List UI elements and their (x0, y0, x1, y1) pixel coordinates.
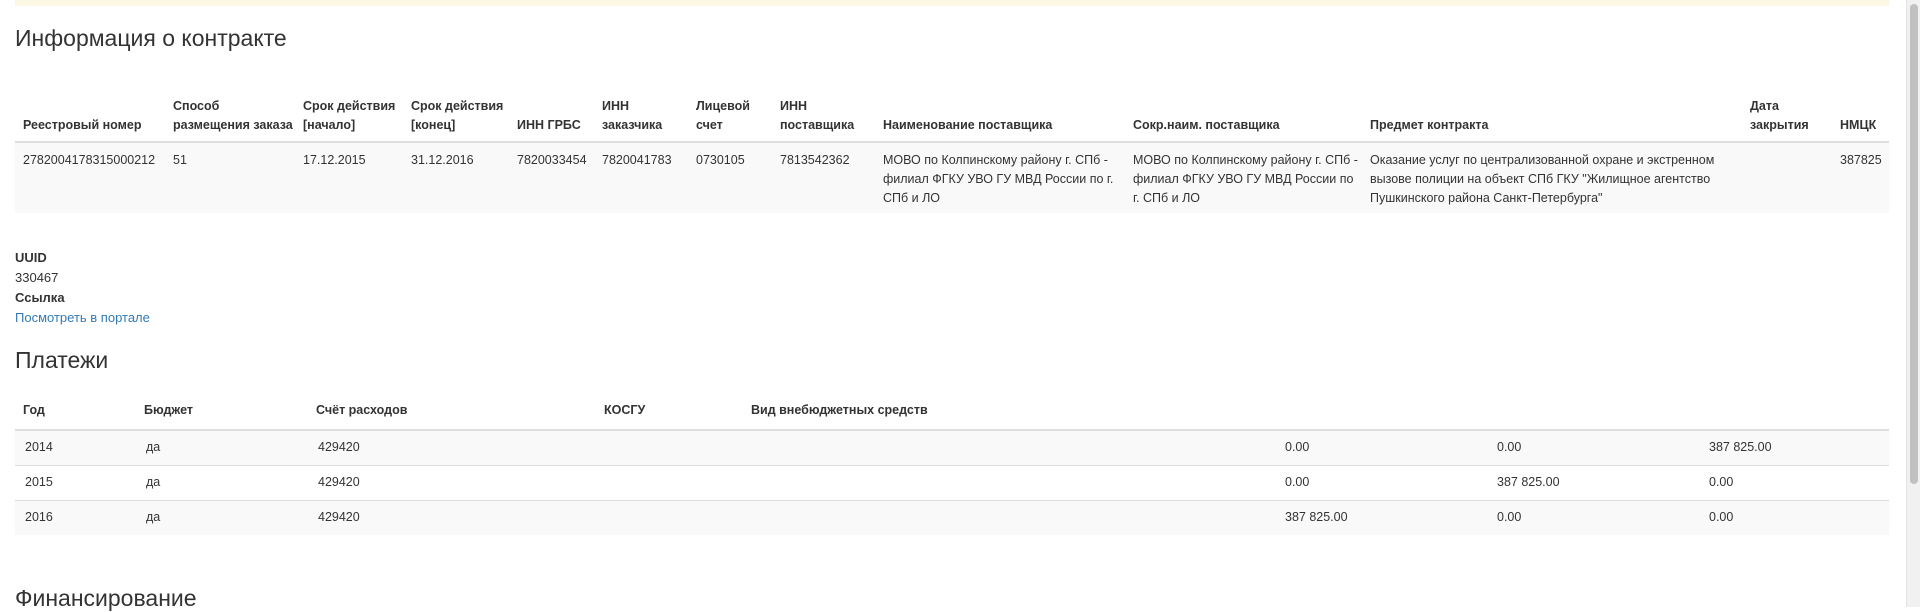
notice-band (15, 0, 1889, 6)
cell-year: 2015 (25, 475, 53, 489)
cell-registry-number: 2782004178315000212 (23, 153, 156, 167)
cell-amount-1: 0.00 (1285, 475, 1310, 489)
table-row: 2016 да 429420 387 825.00 0.00 0.00 (15, 500, 1889, 535)
cell-amount-2: 387 825.00 (1497, 475, 1560, 489)
contract-table: Реестровый номер Способ размещения заказ… (15, 67, 1889, 213)
cell-amount-2: 0.00 (1497, 510, 1522, 525)
financing-title: Финансирование (15, 585, 197, 611)
col-year: Год (23, 403, 45, 417)
col-expense-account: Счёт расходов (316, 403, 408, 417)
cell-kosgu (596, 465, 743, 500)
col-amount-2 (1487, 387, 1699, 430)
cell-extrabudget-type (743, 500, 1275, 535)
payments-title: Платежи (15, 347, 109, 373)
col-close-date: Дата закрытия (1750, 99, 1809, 132)
cell-extrabudget-type (743, 430, 1275, 465)
cell-year: 2014 (25, 440, 53, 455)
payments-header-row: Год Бюджет Счёт расходов КОСГУ Вид внебю… (15, 387, 1889, 430)
table-row: 2014 да 429420 0.00 0.00 387 825.00 (15, 430, 1889, 465)
col-registry-number: Реестровый номер (23, 118, 142, 132)
col-kosgu: КОСГУ (604, 403, 646, 417)
cell-supplier-short-name: МОВО по Колпинскому району г. СПб - фили… (1133, 153, 1358, 205)
col-contract-subject: Предмет контракта (1370, 118, 1489, 132)
cell-nmck: 387825 (1840, 153, 1882, 167)
cell-budget: да (146, 440, 161, 455)
col-budget: Бюджет (144, 403, 194, 417)
cell-expense-account: 429420 (318, 475, 360, 489)
cell-term-end: 31.12.2016 (411, 153, 474, 167)
cell-expense-account: 429420 (318, 510, 360, 525)
cell-budget: да (146, 510, 161, 525)
contract-info-title: Информация о контракте (15, 25, 287, 51)
col-supplier-short-name: Сокр.наим. поставщика (1133, 118, 1280, 132)
cell-budget: да (146, 475, 161, 489)
col-supplier-name: Наименование поставщика (883, 118, 1053, 132)
view-in-portal-link[interactable]: Посмотреть в портале (15, 310, 150, 325)
cell-contract-subject: Оказание услуг по централизованной охран… (1370, 153, 1715, 205)
cell-year: 2016 (25, 510, 53, 525)
cell-amount-3: 0.00 (1709, 510, 1734, 525)
cell-extrabudget-type (743, 465, 1275, 500)
cell-close-date (1742, 142, 1832, 213)
cell-account: 0730105 (696, 153, 745, 167)
col-inn-supplier: ИНН поставщика (780, 99, 855, 132)
cell-amount-3: 0.00 (1709, 475, 1734, 489)
cell-amount-3: 387 825.00 (1709, 440, 1772, 455)
contract-header-row: Реестровый номер Способ размещения заказ… (15, 67, 1889, 142)
cell-inn-customer: 7820041783 (602, 153, 672, 167)
cell-expense-account: 429420 (318, 440, 360, 455)
payments-table: Год Бюджет Счёт расходов КОСГУ Вид внебю… (15, 387, 1889, 535)
col-extrabudget-type: Вид внебюджетных средств (751, 403, 928, 417)
cell-amount-1: 0.00 (1285, 440, 1310, 455)
cell-amount-2: 0.00 (1497, 440, 1522, 455)
cell-supplier-name: МОВО по Колпинскому району г. СПб - фили… (883, 153, 1114, 205)
table-row: 2782004178315000212 51 17.12.2015 31.12.… (15, 142, 1889, 213)
col-nmck: НМЦК (1840, 118, 1877, 132)
table-row: 2015 да 429420 0.00 387 825.00 0.00 (15, 465, 1889, 500)
cell-inn-supplier: 7813542362 (780, 153, 850, 167)
col-placement-method: Способ размещения заказа (173, 99, 293, 132)
vertical-scrollbar[interactable] (1906, 0, 1920, 607)
col-inn-customer: ИНН заказчика (602, 99, 663, 132)
portal-link-wrap: Посмотреть в портале (15, 308, 150, 328)
cell-term-start: 17.12.2015 (303, 153, 366, 167)
scrollbar-thumb[interactable] (1910, 4, 1918, 484)
col-account: Лицевой счет (696, 99, 750, 132)
uuid-label: UUID (15, 250, 47, 265)
link-label: Ссылка (15, 290, 65, 305)
cell-placement-method: 51 (173, 153, 187, 167)
cell-amount-1: 387 825.00 (1285, 510, 1348, 525)
col-amount-1 (1275, 387, 1487, 430)
cell-kosgu (596, 430, 743, 465)
col-term-end: Срок действия [конец] (411, 99, 504, 132)
uuid-value: 330467 (15, 270, 59, 285)
col-amount-3 (1699, 387, 1889, 430)
col-inn-grbs: ИНН ГРБС (517, 118, 581, 132)
cell-kosgu (596, 500, 743, 535)
col-term-start: Срок действия [начало] (303, 99, 396, 132)
cell-inn-grbs: 7820033454 (517, 153, 587, 167)
